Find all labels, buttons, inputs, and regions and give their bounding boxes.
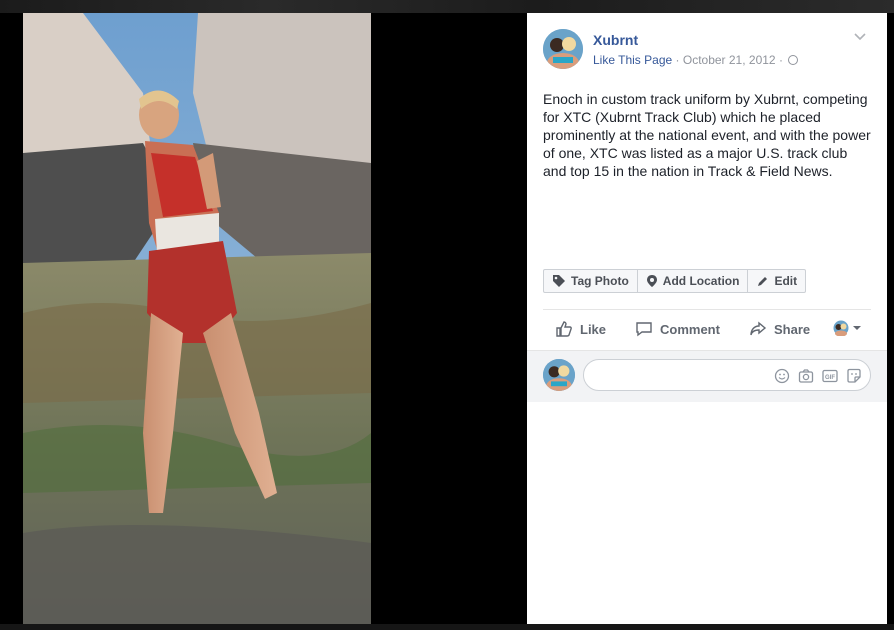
- svg-text:GIF: GIF: [825, 375, 835, 381]
- like-button[interactable]: Like: [555, 320, 606, 338]
- pencil-icon: [758, 276, 768, 286]
- meta-separator: ·: [675, 53, 680, 67]
- page-name-link[interactable]: Xubrnt: [593, 32, 638, 48]
- photo-actions: Tag Photo Add Location Edit: [543, 269, 807, 293]
- add-location-button[interactable]: Add Location: [636, 270, 748, 292]
- camera-icon[interactable]: [798, 368, 814, 384]
- comment-tools: GIF: [774, 368, 862, 384]
- thumbs-up-icon: [556, 321, 572, 337]
- avatar-image: [543, 29, 583, 69]
- share-button[interactable]: Share: [749, 320, 810, 338]
- post-meta: Like This Page · October 21, 2012 ·: [593, 53, 799, 67]
- tag-icon: [553, 275, 565, 287]
- chevron-down-icon[interactable]: [853, 32, 867, 42]
- share-arrow-icon: [750, 321, 767, 336]
- post-panel: Xubrnt Like This Page · October 21, 2012…: [527, 13, 887, 624]
- tag-photo-label: Tag Photo: [571, 274, 629, 288]
- comment-button[interactable]: Comment: [635, 320, 720, 338]
- edit-label: Edit: [774, 274, 798, 288]
- page-avatar[interactable]: [543, 29, 583, 69]
- comment-input[interactable]: GIF: [583, 359, 871, 391]
- background-strip: [0, 0, 894, 13]
- share-label: Share: [774, 321, 811, 337]
- audience-selector[interactable]: [833, 320, 870, 336]
- gif-icon[interactable]: GIF: [822, 368, 838, 384]
- add-location-label: Add Location: [662, 274, 740, 288]
- post-date[interactable]: October 21, 2012: [683, 53, 776, 67]
- meta-separator-2: ·: [778, 53, 783, 67]
- location-pin-icon: [646, 275, 657, 287]
- comment-composer: GIF: [527, 350, 887, 402]
- user-avatar-image: [543, 359, 575, 391]
- globe-icon[interactable]: [788, 55, 799, 65]
- edit-button[interactable]: Edit: [747, 270, 805, 292]
- tag-photo-button[interactable]: Tag Photo: [544, 270, 637, 292]
- avatar-dropdown-icon: [833, 320, 861, 336]
- photo-viewer: Xubrnt Like This Page · October 21, 2012…: [0, 0, 894, 630]
- post-photo[interactable]: [23, 13, 371, 624]
- comment-label: Comment: [660, 321, 720, 337]
- sticker-icon[interactable]: [846, 368, 862, 384]
- user-avatar: [543, 359, 575, 391]
- like-page-link[interactable]: Like This Page: [593, 53, 672, 67]
- background-strip-bottom: [0, 624, 894, 630]
- post-caption: Enoch in custom track uniform by Xubrnt,…: [543, 91, 871, 179]
- emoji-icon[interactable]: [774, 368, 790, 384]
- like-label: Like: [580, 321, 607, 337]
- comment-bubble-icon: [636, 322, 652, 337]
- photo-image: [23, 13, 371, 624]
- feedback-bar: Like Comment Share: [527, 311, 887, 349]
- divider: [543, 309, 871, 310]
